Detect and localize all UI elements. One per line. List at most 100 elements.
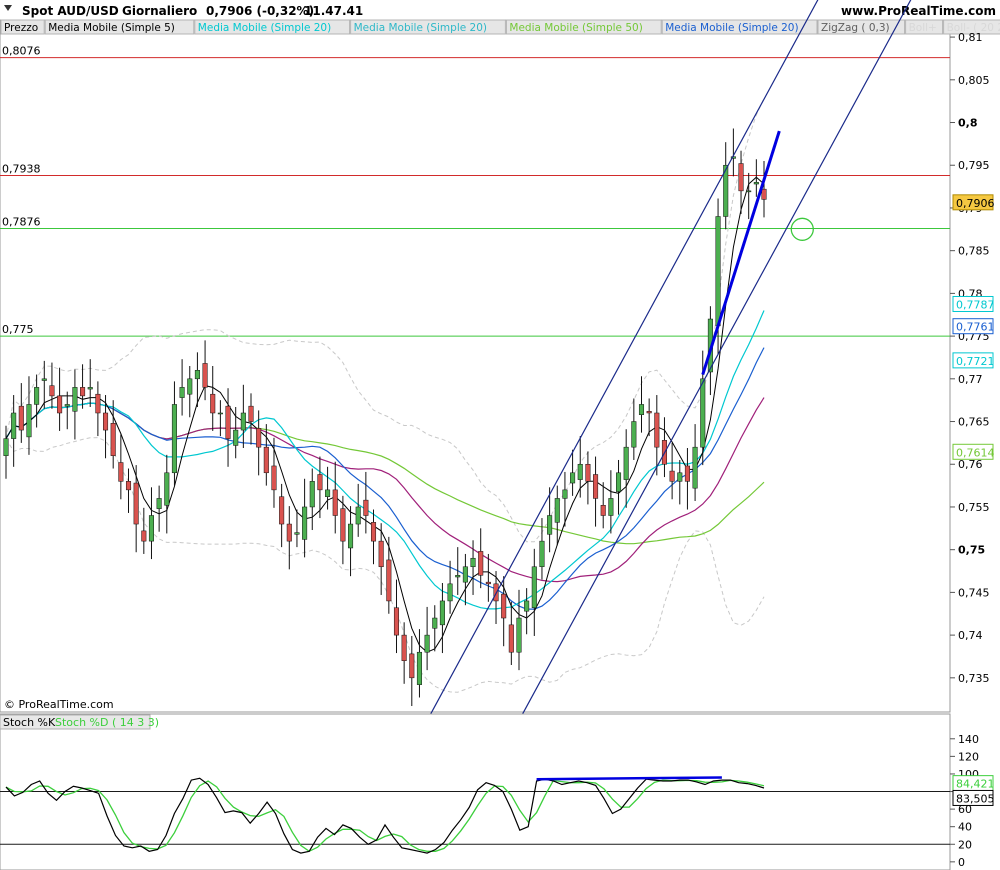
price-tick-label: 0,785 bbox=[958, 245, 990, 258]
candle-body bbox=[409, 653, 415, 679]
candle-body bbox=[600, 505, 606, 516]
candle-body bbox=[416, 651, 422, 685]
candle-body bbox=[317, 474, 323, 491]
stoch-badge-label: 83,505 bbox=[956, 792, 995, 805]
candle-body bbox=[424, 634, 430, 653]
candle-body bbox=[508, 624, 514, 653]
candle-body bbox=[72, 387, 78, 412]
candle-body bbox=[616, 472, 622, 492]
price-tick-label: 0,75 bbox=[958, 544, 985, 557]
candle-body bbox=[570, 472, 576, 484]
candle-body bbox=[240, 412, 246, 431]
candle-body bbox=[41, 378, 47, 381]
candle-body bbox=[761, 188, 767, 200]
candle-body bbox=[286, 523, 292, 542]
legend-tab[interactable]: Boll+ bbox=[909, 22, 937, 34]
candle-body bbox=[654, 412, 660, 448]
candle-body bbox=[279, 496, 285, 525]
copyright-label: © ProRealTime.com bbox=[4, 698, 114, 711]
candle-body bbox=[577, 463, 583, 480]
candle-body bbox=[103, 412, 109, 431]
stoch-tick-label: 20 bbox=[958, 838, 972, 851]
legend-tab[interactable]: Prezzo bbox=[4, 22, 38, 34]
stoch-divergence-line bbox=[536, 776, 722, 781]
price-tick-label: 0,76 bbox=[958, 458, 983, 471]
candle-body bbox=[348, 523, 354, 549]
candle-body bbox=[164, 472, 170, 506]
price-tick-label: 0,74 bbox=[958, 629, 983, 642]
candle-body bbox=[87, 387, 93, 390]
candle-body bbox=[738, 163, 744, 192]
candle-body bbox=[585, 463, 591, 482]
stoch-tick-label: 120 bbox=[958, 750, 979, 763]
candle-body bbox=[746, 190, 752, 193]
candle-body bbox=[531, 566, 537, 609]
candle-body bbox=[26, 404, 32, 438]
value-badge-label: 0,7614 bbox=[956, 446, 995, 459]
candle-body bbox=[593, 474, 599, 499]
candle-body bbox=[370, 522, 377, 542]
price-tick-label: 0,77 bbox=[958, 373, 983, 386]
candle-body bbox=[386, 559, 392, 602]
value-badge-label: 0,7761 bbox=[956, 321, 995, 334]
symbol-label: Spot AUD/USD bbox=[22, 4, 119, 18]
site-label: www.ProRealTime.com bbox=[841, 4, 996, 18]
candle-body bbox=[156, 498, 162, 509]
candle-body bbox=[455, 575, 461, 578]
candle-body bbox=[547, 515, 553, 535]
candle-body bbox=[49, 385, 55, 397]
legend-tab[interactable]: Media Mobile (Simple 20) bbox=[198, 22, 331, 34]
candle-body bbox=[432, 617, 438, 629]
candle-body bbox=[125, 481, 132, 491]
stoch-d-tab[interactable]: Stoch %D ( 14 3 3) bbox=[55, 716, 159, 729]
stoch-tick-label: 0 bbox=[958, 856, 965, 869]
candle-body bbox=[217, 412, 223, 415]
time-label: 11.47.41 bbox=[304, 4, 363, 18]
quote-label: 0,7906 (-0,32%) bbox=[206, 4, 314, 18]
candle-body bbox=[715, 216, 721, 327]
stoch-badge-label: 84,421 bbox=[956, 778, 995, 791]
legend-tab[interactable]: Media Mobile (Simple 20) bbox=[354, 22, 487, 34]
candle-body bbox=[753, 182, 759, 185]
legend-tab[interactable]: ZigZag ( 0,3) bbox=[821, 22, 890, 34]
candle-body bbox=[187, 378, 193, 395]
candle-body bbox=[263, 446, 269, 474]
price-tick-label: 0,795 bbox=[958, 159, 990, 172]
candle-body bbox=[608, 498, 614, 516]
value-badge-label: 0,7906 bbox=[956, 197, 995, 210]
candle-body bbox=[11, 412, 17, 439]
candle-body bbox=[485, 581, 491, 585]
level-label: 0,775 bbox=[2, 323, 34, 336]
legend-tab[interactable]: Media Mobile (Simple 5) bbox=[48, 22, 175, 34]
candle-body bbox=[692, 446, 698, 489]
candle-body bbox=[646, 411, 652, 414]
legend-tab[interactable]: Media Mobile (Simple 50) bbox=[509, 22, 642, 34]
price-tick-label: 0,735 bbox=[958, 672, 990, 685]
price-tick-label: 0,745 bbox=[958, 586, 990, 599]
candle-body bbox=[110, 422, 116, 456]
value-badge-label: 0,7721 bbox=[956, 355, 995, 368]
candle-body bbox=[554, 498, 560, 523]
candle-body bbox=[669, 470, 675, 482]
candle-body bbox=[623, 446, 629, 480]
period-label: Giornaliero bbox=[122, 4, 197, 18]
level-label: 0,7938 bbox=[2, 162, 41, 175]
candle-body bbox=[539, 540, 545, 568]
candle-body bbox=[309, 481, 315, 508]
price-tick-label: 0,81 bbox=[958, 31, 983, 44]
candle-body bbox=[501, 593, 507, 619]
candle-body bbox=[118, 462, 124, 482]
candle-body bbox=[393, 607, 400, 636]
candle-body bbox=[332, 489, 338, 516]
candle-body bbox=[271, 465, 277, 491]
level-label: 0,7876 bbox=[2, 215, 41, 228]
legend-tab[interactable]: Media Mobile (Simple 20) bbox=[665, 22, 798, 34]
stoch-tick-label: 40 bbox=[958, 821, 972, 834]
candle-body bbox=[302, 506, 308, 540]
candle-body bbox=[700, 378, 706, 448]
price-tick-label: 0,8 bbox=[958, 117, 978, 130]
candle-body bbox=[179, 387, 185, 398]
value-badge-label: 0,7787 bbox=[956, 298, 995, 311]
candle-body bbox=[141, 530, 147, 542]
stoch-title[interactable]: Stoch %K bbox=[3, 716, 56, 729]
